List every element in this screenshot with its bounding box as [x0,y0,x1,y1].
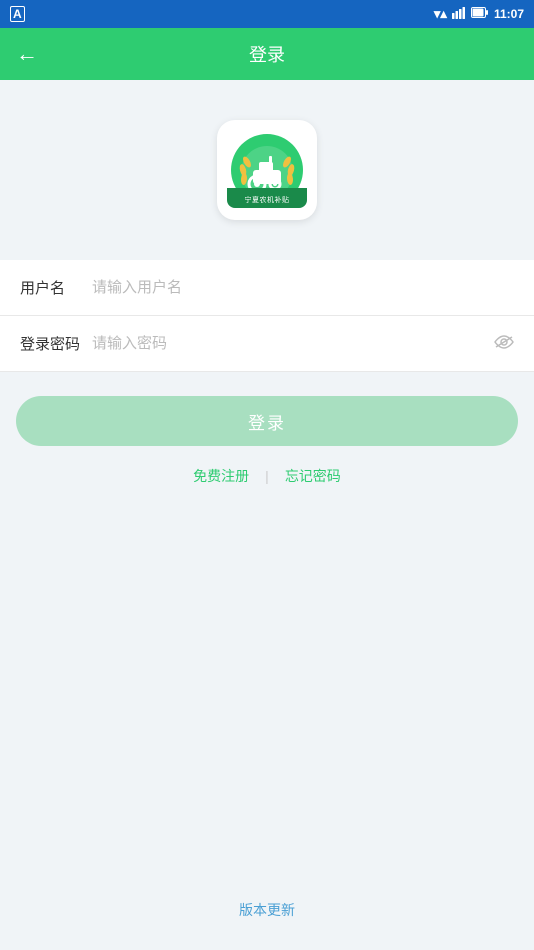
nav-title: 登录 [249,41,285,67]
username-row: 用户名 [0,260,534,316]
time-display: 11:07 [494,7,524,21]
toggle-password-icon[interactable] [494,333,514,354]
username-input[interactable] [84,279,514,296]
status-bar-right: ▾▴ 11:07 [434,6,524,22]
logo-section: 宁夏农机补贴 [217,120,317,220]
password-input[interactable] [84,335,494,352]
password-label: 登录密码 [20,333,84,354]
back-button[interactable]: ← [16,41,38,67]
login-button[interactable]: 登录 [16,396,518,446]
login-btn-wrapper: 登录 [0,372,534,446]
nav-bar: ← 登录 [0,28,534,80]
links-divider: | [265,468,269,484]
links-row: 免费注册 | 忘记密码 [193,466,341,486]
battery-icon [471,7,489,21]
logo-container: 宁夏农机补贴 [217,120,317,220]
a-icon: A [10,6,25,22]
forgot-password-link[interactable]: 忘记密码 [285,466,341,486]
status-bar-left: A [10,6,25,22]
password-row: 登录密码 [0,316,534,372]
wifi-icon: ▾▴ [434,6,447,22]
app-logo: 宁夏农机补贴 [227,130,307,210]
form-section: 用户名 登录密码 [0,260,534,372]
version-update-link[interactable]: 版本更新 [239,902,295,918]
main-content: 宁夏农机补贴 用户名 登录密码 登录 免费注册 | [0,80,534,950]
status-bar: A ▾▴ 11:07 [0,0,534,28]
signal-icon [452,7,466,22]
bottom-version: 版本更新 [0,900,534,920]
username-label: 用户名 [20,277,84,298]
register-link[interactable]: 免费注册 [193,466,249,486]
